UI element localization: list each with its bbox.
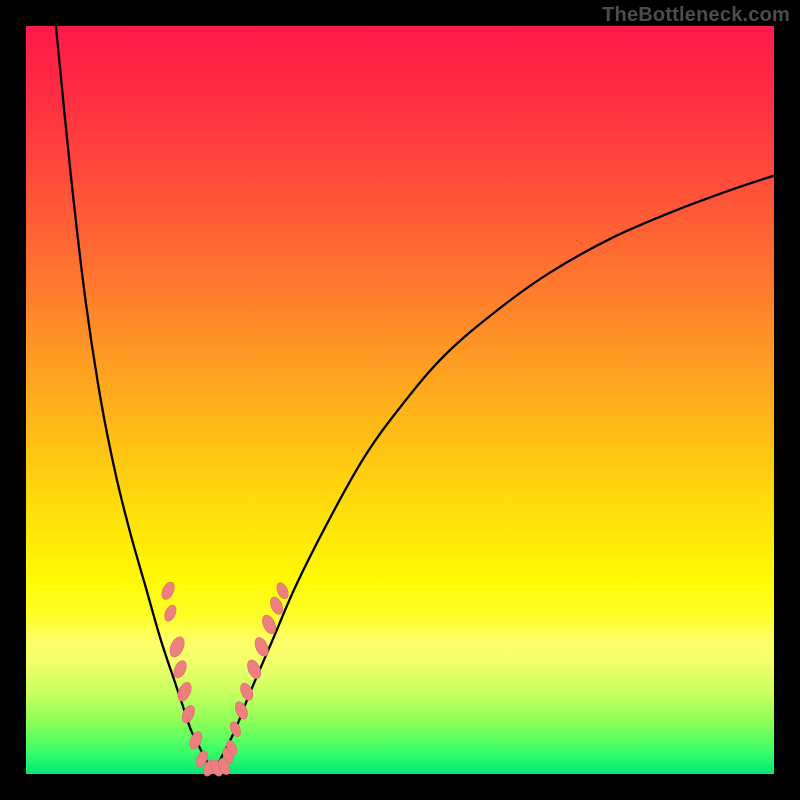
curve-left-branch	[56, 26, 213, 770]
chart-frame: TheBottleneck.com	[0, 0, 800, 800]
curve-right-branch	[213, 176, 774, 771]
data-marker	[162, 603, 178, 623]
watermark-text: TheBottleneck.com	[602, 4, 790, 27]
marker-layer	[159, 580, 290, 778]
data-marker	[159, 580, 176, 601]
data-marker	[228, 720, 243, 738]
chart-svg	[26, 26, 774, 774]
data-marker	[187, 730, 204, 751]
data-marker	[167, 635, 187, 659]
plot-area	[26, 26, 774, 774]
data-marker	[252, 635, 271, 658]
data-marker	[233, 700, 250, 721]
curve-layer	[56, 26, 774, 770]
